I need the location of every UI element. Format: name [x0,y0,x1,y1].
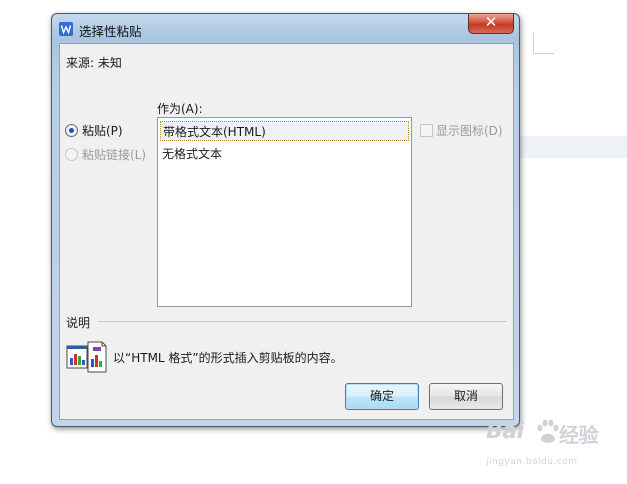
baidu-jingyan-watermark: Bai 经验 jingyan.baidu.com [486,419,616,469]
paste-format-list[interactable]: 带格式文本(HTML) 无格式文本 [157,117,412,307]
close-button[interactable]: ✕ [468,13,514,34]
dialog-body: 来源: 未知 作为(A): 粘贴(P) 粘贴链接(L) 带格式文本(HTML) … [59,43,514,420]
watermark-brand-suffix: 经验 [559,423,599,447]
dialog-title: 选择性粘贴 [79,24,142,39]
paste-as-label: 作为(A): [157,102,203,116]
paste-link-radio[interactable] [65,148,78,161]
display-as-icon-checkbox[interactable] [420,124,433,137]
description-text: 以“HTML 格式”的形式插入剪贴板的内容。 [113,351,343,365]
paste-radio-label[interactable]: 粘贴(P) [82,122,123,139]
dialog-titlebar[interactable]: 选择性粘贴 ✕ [52,13,519,42]
description-title: 说明 [66,316,91,330]
document-background-strip [516,136,627,158]
paste-radio[interactable] [65,124,78,137]
list-item-unformatted-text[interactable]: 无格式文本 [160,144,409,164]
paw-icon [535,419,559,451]
list-item-formatted-text-html[interactable]: 带格式文本(HTML) [160,121,409,141]
paste-link-radio-label[interactable]: 粘贴链接(L) [82,146,146,163]
cancel-button[interactable]: 取消 [429,383,503,410]
close-icon: ✕ [484,13,498,31]
display-as-icon-label[interactable]: 显示图标(D) [436,122,503,139]
watermark-brand: Bai [486,419,524,444]
document-page-corner [533,33,554,54]
paste-result-icon [66,341,108,373]
ok-button[interactable]: 确定 [345,383,419,410]
description-divider [98,321,507,322]
wps-writer-icon [59,22,73,36]
source-label: 来源: 未知 [66,56,122,70]
watermark-url: jingyan.baidu.com [486,457,578,467]
paste-special-dialog: 选择性粘贴 ✕ 来源: 未知 作为(A): 粘贴(P) 粘贴链接(L) 带格式文… [51,13,520,427]
